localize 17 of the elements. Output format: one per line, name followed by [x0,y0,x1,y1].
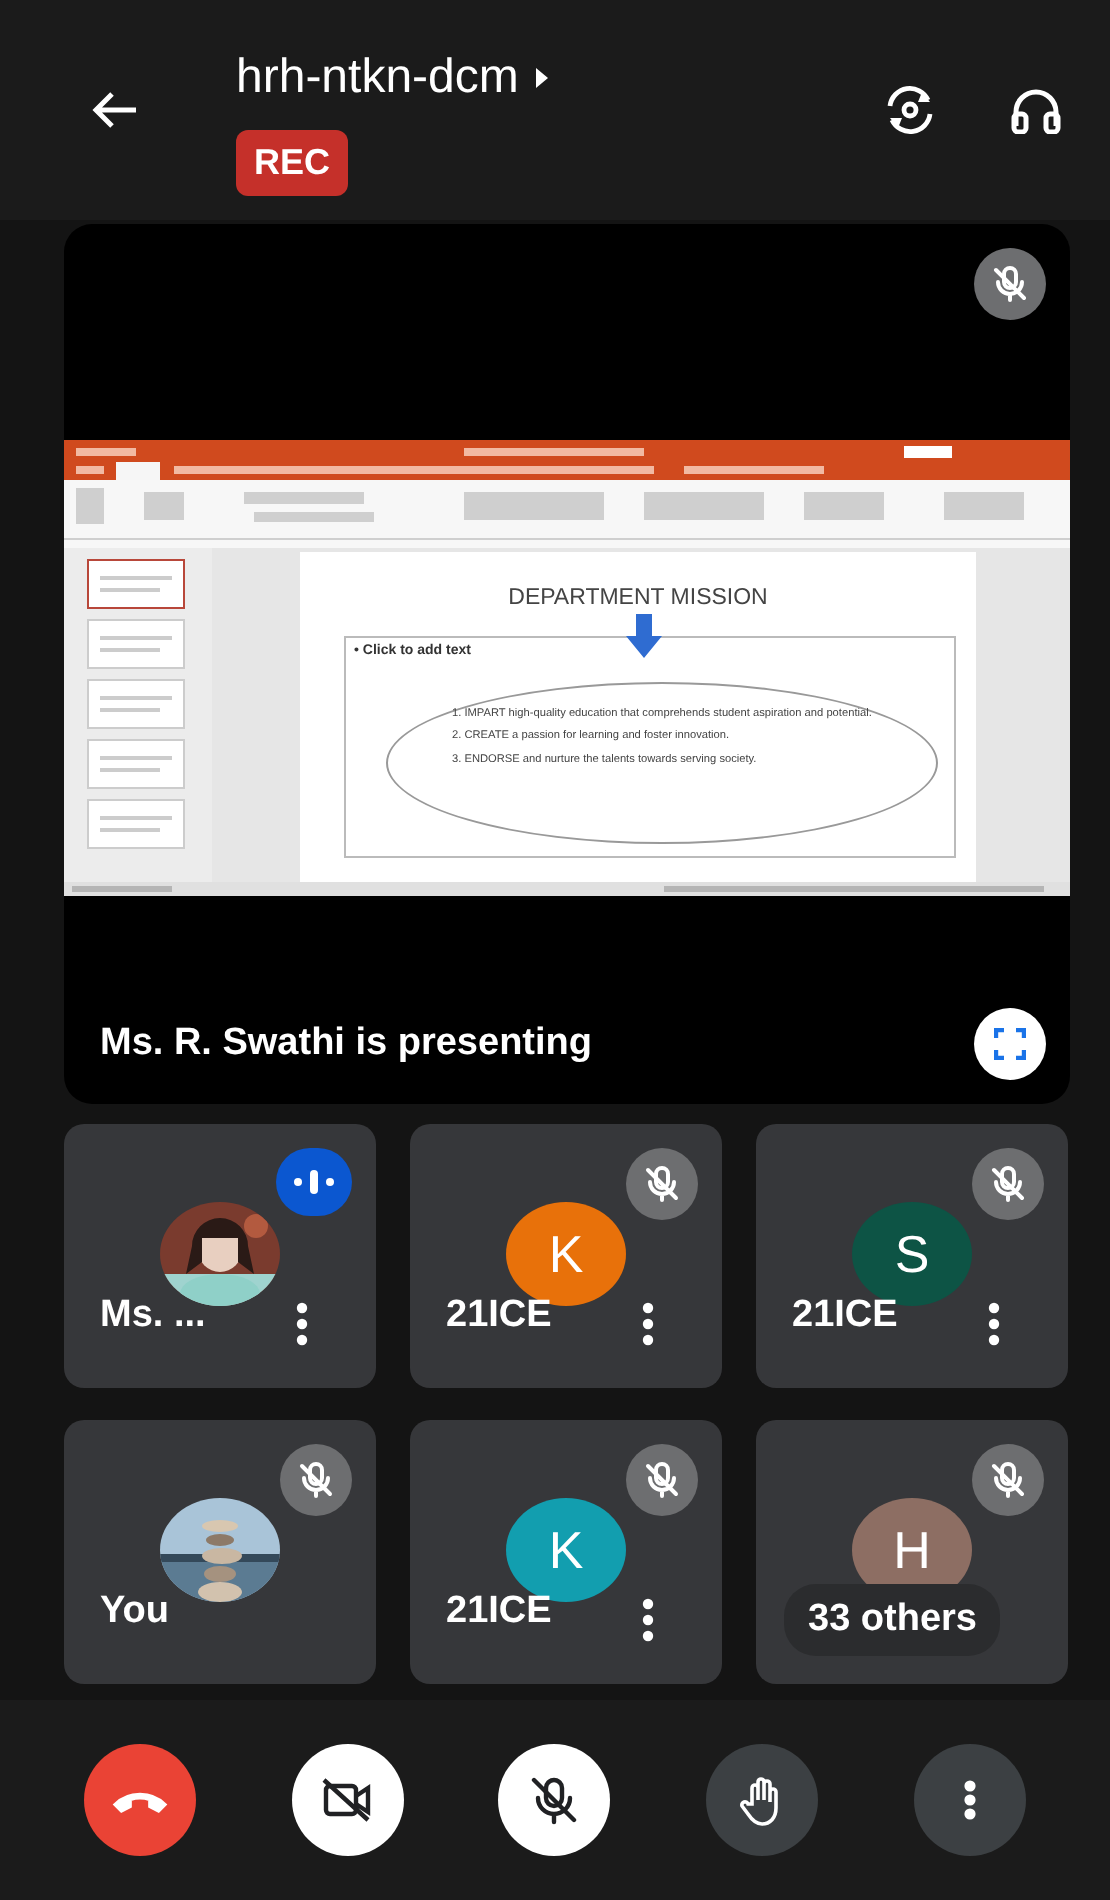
others-count[interactable]: 33 others [784,1583,1001,1656]
back-icon[interactable] [88,88,140,132]
phone-icon [111,1787,168,1813]
switch-camera-icon[interactable] [882,84,938,136]
arrow-icon [626,614,662,658]
participant-name: You [100,1587,169,1635]
caret-icon[interactable] [534,65,551,89]
presenter-caption: Ms. R. Swathi is presenting [100,1019,592,1067]
more-options-icon [964,1780,977,1820]
recording-badge: REC [236,129,349,195]
camera-off-icon [319,1772,376,1828]
fullscreen-icon [994,1028,1026,1060]
fullscreen-button[interactable] [974,1008,1046,1080]
slide-title: DEPARTMENT MISSION [506,584,770,614]
participant-name: Ms. ... [100,1291,206,1339]
headphones-icon[interactable] [1010,86,1062,134]
meeting-code[interactable]: hrh-ntkn-dcm [236,41,519,113]
